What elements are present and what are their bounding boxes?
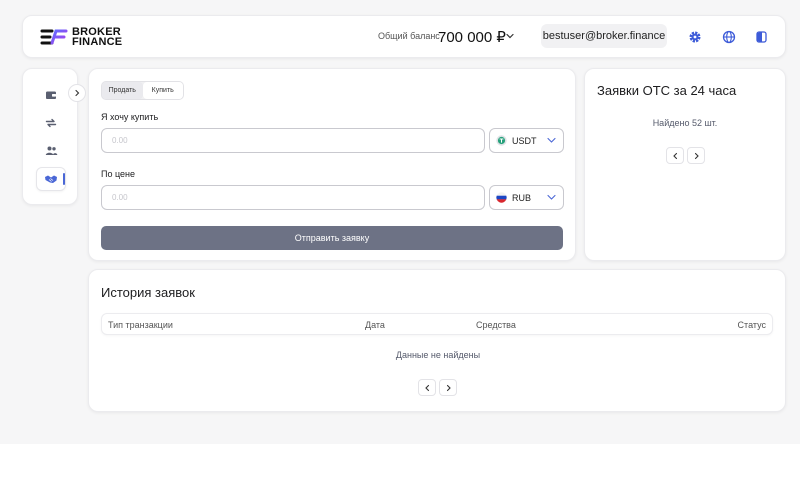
users-icon (45, 146, 57, 155)
gear-icon[interactable] (687, 29, 703, 45)
logo-mark-icon (40, 29, 68, 45)
active-indicator (63, 173, 65, 185)
logout-icon[interactable] (754, 29, 770, 45)
otc-order-form: Продать Купить Я хочу купить 0.00 USDT П… (88, 68, 576, 261)
logo[interactable]: BROKER FINANCE (40, 26, 123, 48)
otc-next-page-button[interactable] (687, 147, 705, 164)
buy-currency-select[interactable]: USDT (489, 128, 564, 153)
column-header-date[interactable]: Дата (365, 320, 385, 330)
history-table-header: Тип транзакции Дата Средства Статус (101, 313, 773, 335)
otc-panel-title: Заявки OTC за 24 часа (597, 83, 737, 98)
user-email-button[interactable]: bestuser@broker.finance (541, 24, 667, 48)
russia-flag-icon (496, 192, 507, 203)
wallet-icon (46, 91, 56, 99)
buy-currency-value: USDT (512, 135, 537, 146)
tab-buy[interactable]: Купить (142, 82, 183, 99)
balance-label: Общий баланс (378, 31, 440, 41)
history-next-page-button[interactable] (439, 379, 457, 396)
balance-value[interactable]: 700 000 ₽ (438, 28, 506, 46)
price-input[interactable]: 0.00 (101, 185, 485, 210)
price-currency-value: RUB (512, 192, 532, 203)
usdt-icon (496, 135, 507, 146)
otc-found-count: Найдено 52 шт. (652, 118, 718, 128)
globe-icon[interactable] (721, 29, 737, 45)
chevron-down-icon (547, 194, 556, 200)
buy-amount-input[interactable]: 0.00 (101, 128, 485, 153)
chevron-right-icon (694, 152, 699, 159)
submit-order-button[interactable]: Отправить заявку (101, 226, 563, 250)
sidebar-expand-button[interactable] (68, 84, 86, 102)
sidebar-item-users[interactable] (36, 139, 66, 163)
sidebar-item-wallet[interactable] (36, 83, 66, 107)
chevron-left-icon (424, 384, 429, 391)
sidebar-item-exchange[interactable] (36, 111, 66, 135)
history-empty-message: Данные не найдены (395, 350, 481, 360)
chevron-down-icon[interactable] (505, 31, 515, 41)
sidebar-item-otc[interactable] (36, 167, 66, 191)
sell-buy-toggle: Продать Купить (101, 81, 184, 100)
chevron-right-icon (75, 89, 80, 97)
column-header-funds[interactable]: Средства (476, 320, 516, 330)
header-bar: BROKER FINANCE Общий баланс 700 000 ₽ be… (22, 15, 786, 58)
tab-sell[interactable]: Продать (102, 82, 143, 99)
exchange-icon (45, 118, 57, 128)
history-title: История заявок (101, 285, 195, 300)
column-header-type[interactable]: Тип транзакции (108, 320, 173, 330)
handshake-icon (45, 175, 57, 183)
price-label: По цене (101, 169, 136, 179)
otc-orders-panel: Заявки OTC за 24 часа Найдено 52 шт. (584, 68, 786, 261)
price-currency-select[interactable]: RUB (489, 185, 564, 210)
history-prev-page-button[interactable] (418, 379, 436, 396)
chevron-right-icon (446, 384, 451, 391)
buy-amount-label: Я хочу купить (101, 112, 159, 122)
chevron-left-icon (672, 152, 677, 159)
order-history-panel: История заявок Тип транзакции Дата Средс… (88, 269, 786, 412)
logo-text: BROKER FINANCE (72, 26, 123, 48)
column-header-status[interactable]: Статус (738, 320, 766, 330)
chevron-down-icon (547, 137, 556, 143)
otc-prev-page-button[interactable] (666, 147, 684, 164)
